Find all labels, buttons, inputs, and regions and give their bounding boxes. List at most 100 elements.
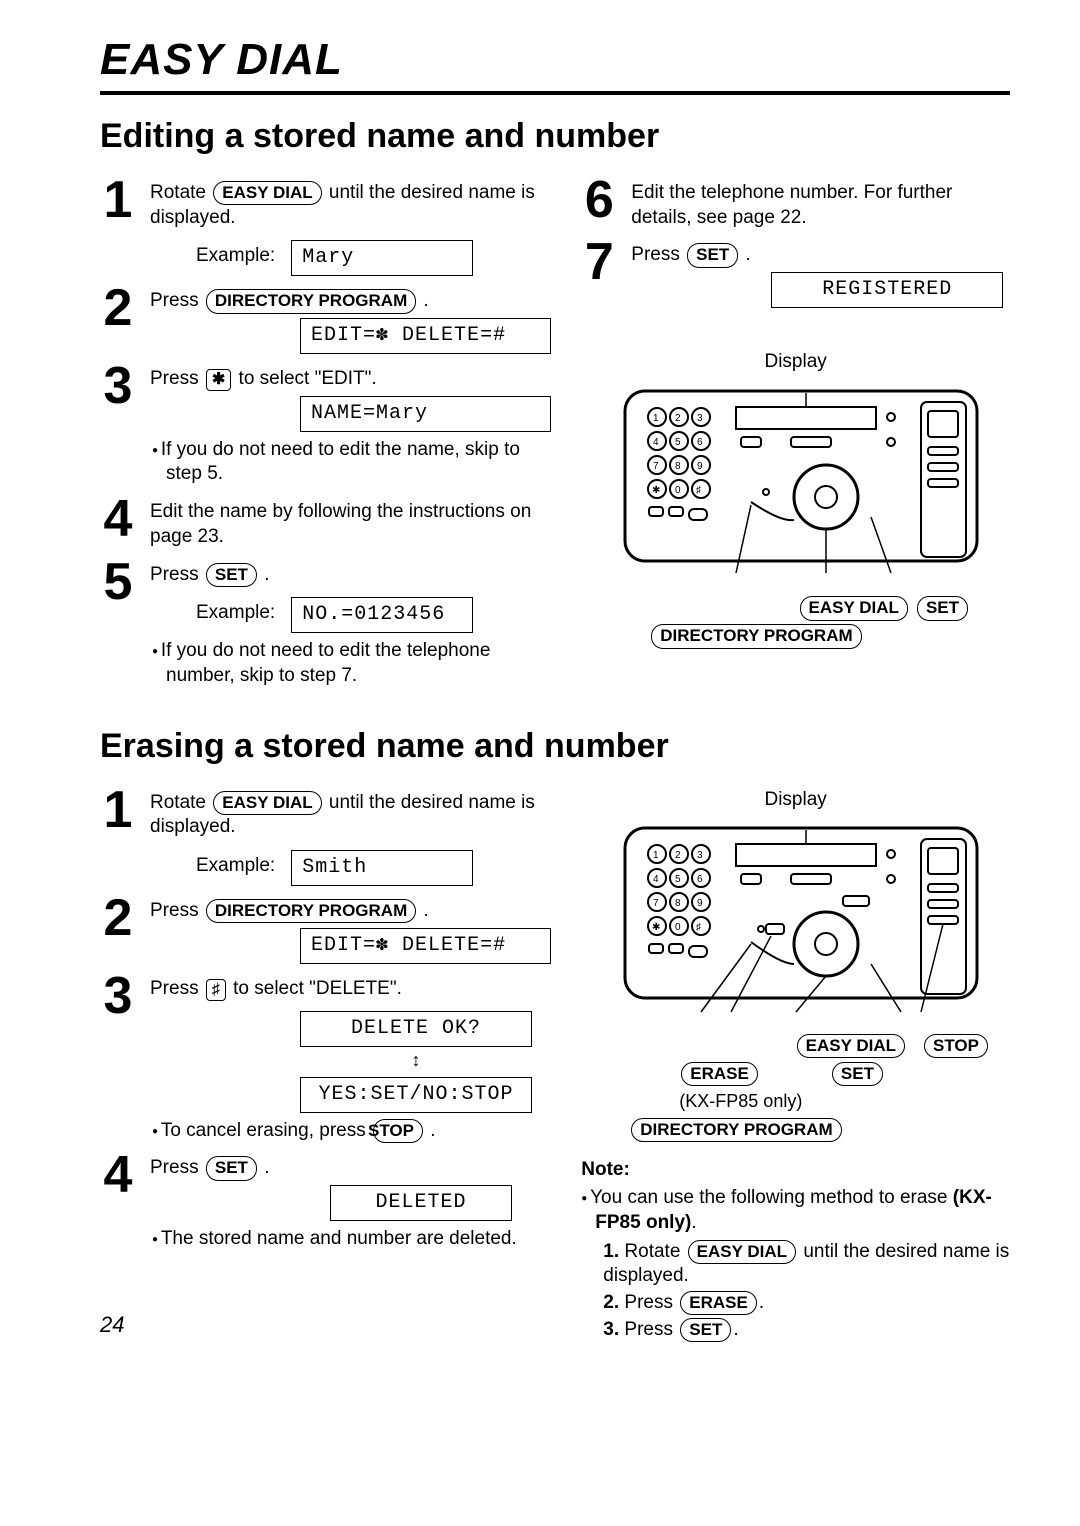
easy-dial-button: EASY DIAL — [797, 1034, 905, 1058]
stop-button: STOP — [373, 1119, 423, 1143]
section-editing-title: Editing a stored name and number — [100, 117, 1010, 156]
step-text: Press DIRECTORY PROGRAM . — [150, 290, 429, 311]
svg-text:♯: ♯ — [696, 922, 701, 933]
svg-text:3: 3 — [697, 850, 703, 861]
step-number: 2 — [100, 896, 136, 964]
lcd-display: DELETE OK? — [300, 1011, 532, 1047]
erase-button: ERASE — [680, 1291, 757, 1315]
note-step: 1. Rotate EASY DIAL until the desired na… — [603, 1240, 1010, 1289]
svg-text:4: 4 — [653, 437, 659, 448]
svg-text:✱: ✱ — [652, 922, 660, 933]
lcd-display: YES:SET/NO:STOP — [300, 1077, 532, 1113]
step-number: 3 — [100, 974, 136, 1144]
set-button: SET — [206, 563, 257, 587]
step-text: Rotate EASY DIAL until the desired name … — [150, 792, 535, 838]
chapter-title: EASY DIAL — [100, 35, 1010, 95]
updown-arrow-icon: ↕ — [300, 1049, 532, 1072]
step-number: 2 — [100, 286, 136, 354]
step-number: 5 — [100, 560, 136, 689]
device-illustration: 1 2 3 4 5 6 7 8 9 ✱ 0 ♯ — [621, 387, 981, 577]
svg-text:0: 0 — [675, 922, 681, 933]
star-key: ✱ — [206, 369, 231, 391]
directory-program-button: DIRECTORY PROGRAM — [631, 1118, 841, 1142]
lcd-display: EDIT=✽ DELETE=# — [300, 318, 551, 354]
step-text: Edit the telephone number. For further d… — [631, 182, 952, 228]
step-number: 1 — [100, 788, 136, 886]
step-text: Press SET . — [150, 564, 269, 585]
svg-text:8: 8 — [675, 898, 681, 909]
step-note: To cancel erasing, press STOP . — [152, 1119, 551, 1144]
device-illustration: 1 2 3 4 5 6 7 8 9 ✱ 0 ♯ — [621, 824, 981, 1014]
directory-program-button: DIRECTORY PROGRAM — [206, 289, 416, 313]
svg-text:6: 6 — [697, 874, 703, 885]
easy-dial-button: EASY DIAL — [800, 596, 908, 620]
section-erasing-title: Erasing a stored name and number — [100, 727, 1010, 766]
stop-button: STOP — [924, 1034, 988, 1058]
set-button: SET — [832, 1062, 883, 1086]
display-callout-label: Display — [581, 788, 1010, 813]
lcd-display: REGISTERED — [771, 272, 1003, 308]
step-text: Press SET . — [631, 244, 750, 265]
display-callout-label: Display — [581, 350, 1010, 375]
step-text: Edit the name by following the instructi… — [150, 501, 531, 547]
lcd-display: NO.=0123456 — [291, 597, 473, 633]
easy-dial-button: EASY DIAL — [688, 1240, 796, 1264]
example-label: Example: — [196, 244, 275, 269]
device-callout-labels: EASY DIAL SET DIRECTORY PROGRAM — [629, 594, 1010, 650]
erase-button: ERASE — [681, 1062, 758, 1086]
step-number: 6 — [581, 178, 617, 230]
lcd-display: Smith — [291, 850, 473, 886]
step-number: 3 — [100, 364, 136, 487]
svg-text:3: 3 — [697, 413, 703, 424]
note-step: 2. Press ERASE. — [603, 1291, 1010, 1316]
note-step: 3. Press SET. — [603, 1318, 1010, 1343]
svg-text:✱: ✱ — [652, 485, 660, 496]
svg-text:9: 9 — [697, 898, 703, 909]
step-number: 7 — [581, 240, 617, 308]
svg-text:1: 1 — [653, 413, 659, 424]
step-text: Rotate EASY DIAL until the desired name … — [150, 182, 535, 228]
svg-text:2: 2 — [675, 850, 681, 861]
svg-text:2: 2 — [675, 413, 681, 424]
step-text: Press ✱ to select "EDIT". — [150, 368, 377, 389]
svg-text:4: 4 — [653, 874, 659, 885]
step-text: Press SET . — [150, 1157, 269, 1178]
svg-text:7: 7 — [653, 898, 659, 909]
step-note: The stored name and number are deleted. — [152, 1227, 551, 1252]
svg-text:8: 8 — [675, 461, 681, 472]
svg-text:♯: ♯ — [696, 485, 701, 496]
lcd-display: NAME=Mary — [300, 396, 551, 432]
step-note: If you do not need to edit the telephone… — [152, 639, 551, 688]
directory-program-button: DIRECTORY PROGRAM — [206, 899, 416, 923]
example-label: Example: — [196, 601, 275, 626]
note-text: You can use the following method to eras… — [581, 1186, 1010, 1235]
example-label: Example: — [196, 854, 275, 879]
lcd-display: EDIT=✽ DELETE=# — [300, 928, 551, 964]
step-number: 4 — [100, 497, 136, 549]
set-button: SET — [680, 1318, 731, 1342]
svg-text:5: 5 — [675, 437, 681, 448]
lcd-display: Mary — [291, 240, 473, 276]
svg-text:5: 5 — [675, 874, 681, 885]
svg-text:0: 0 — [675, 485, 681, 496]
hash-key: ♯ — [206, 979, 226, 1001]
svg-text:9: 9 — [697, 461, 703, 472]
svg-text:6: 6 — [697, 437, 703, 448]
note-heading: Note: — [581, 1158, 1010, 1183]
device-callout-labels: EASY DIAL STOP ERASE SET (KX-FP85 only) … — [629, 1032, 1010, 1144]
lcd-display: DELETED — [330, 1185, 512, 1221]
page-number: 24 — [100, 1312, 124, 1338]
svg-text:1: 1 — [653, 850, 659, 861]
set-button: SET — [687, 243, 738, 267]
easy-dial-button: EASY DIAL — [213, 181, 321, 205]
step-number: 4 — [100, 1153, 136, 1251]
svg-text:7: 7 — [653, 461, 659, 472]
set-button: SET — [206, 1156, 257, 1180]
step-number: 1 — [100, 178, 136, 276]
directory-program-button: DIRECTORY PROGRAM — [651, 624, 861, 648]
set-button: SET — [917, 596, 968, 620]
step-text: Press ♯ to select "DELETE". — [150, 978, 402, 999]
kx-note: (KX-FP85 only) — [629, 1088, 1010, 1116]
easy-dial-button: EASY DIAL — [213, 791, 321, 815]
step-note: If you do not need to edit the name, ski… — [152, 438, 551, 487]
